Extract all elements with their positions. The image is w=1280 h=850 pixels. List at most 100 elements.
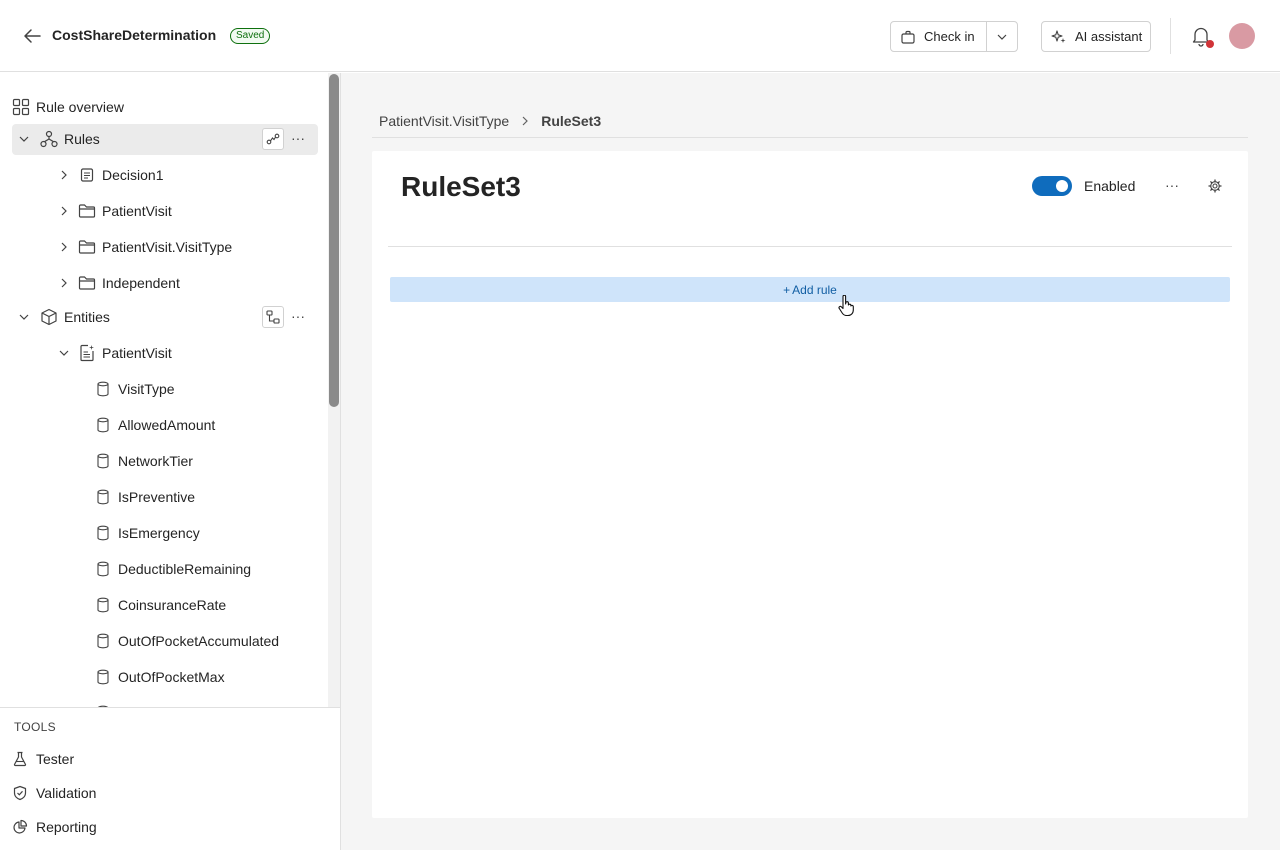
- chevron-down-icon[interactable]: [56, 345, 72, 361]
- tools-section: TOOLS Tester Validation Reporting: [0, 707, 340, 850]
- entity-field-item[interactable]: VisitType: [94, 374, 175, 404]
- sidebar-item-patientvisit-entity[interactable]: PatientVisit: [56, 338, 172, 368]
- tester-label: Tester: [36, 751, 75, 767]
- database-field-icon: [94, 524, 112, 542]
- entities-diagram-button[interactable]: [262, 306, 284, 328]
- chevron-right-icon[interactable]: [56, 239, 72, 255]
- sidebar-item-rules[interactable]: Rules: [16, 124, 100, 154]
- reporting-label: Reporting: [36, 819, 97, 835]
- saved-status-badge: Saved: [230, 28, 271, 44]
- add-rule-button[interactable]: + Add rule: [390, 277, 1230, 302]
- chevron-right-icon[interactable]: [56, 275, 72, 291]
- flow-icon: [266, 132, 280, 146]
- entity-field-item[interactable]: OutOfPocketMax: [94, 662, 225, 692]
- ruleset-card: RuleSet3 Enabled ··· + Add rule: [372, 151, 1248, 818]
- briefcase-icon: [900, 29, 916, 45]
- decision1-label: Decision1: [102, 167, 164, 183]
- sidebar-item-rule-overview[interactable]: Rule overview: [12, 92, 124, 122]
- checkin-label: Check in: [924, 29, 975, 44]
- checkin-split-button: Check in: [890, 21, 1018, 52]
- chevron-down-icon[interactable]: [16, 131, 32, 147]
- ruleset-title: RuleSet3: [401, 171, 521, 202]
- grid-icon: [12, 98, 30, 116]
- database-field-icon: [94, 488, 112, 506]
- enabled-toggle[interactable]: [1032, 176, 1072, 196]
- breadcrumb-divider: [372, 137, 1248, 138]
- hierarchy-icon: [40, 130, 58, 148]
- breadcrumb-current: RuleSet3: [541, 113, 602, 129]
- checkin-button[interactable]: Check in: [891, 22, 987, 51]
- entity-document-icon: [78, 344, 96, 362]
- toggle-knob: [1056, 180, 1068, 192]
- add-rule-label: Add rule: [792, 282, 837, 297]
- sidebar-scrollbar-thumb[interactable]: [329, 74, 339, 407]
- entity-diagram-icon: [266, 310, 280, 324]
- sidebar-item-independent-folder[interactable]: Independent: [56, 268, 180, 298]
- chevron-right-icon: [519, 115, 531, 127]
- database-field-icon: [94, 632, 112, 650]
- folder-icon: [78, 202, 96, 220]
- entity-field-label: OutOfPocketAccumulated: [118, 633, 280, 649]
- notification-dot: [1206, 40, 1214, 48]
- ai-assistant-button[interactable]: AI assistant: [1041, 21, 1151, 52]
- independent-folder-label: Independent: [102, 275, 180, 291]
- entity-field-item[interactable]: NetworkTier: [94, 446, 193, 476]
- entity-field-item[interactable]: OutOfPocketAccumulated: [94, 626, 279, 656]
- tool-tester[interactable]: Tester: [12, 746, 74, 772]
- rules-flow-button[interactable]: [262, 128, 284, 150]
- entity-field-item[interactable]: DeductibleRemaining: [94, 554, 251, 584]
- database-field-icon: [94, 668, 112, 686]
- card-divider: [388, 246, 1232, 247]
- main-content: PatientVisit.VisitType RuleSet3 RuleSet3…: [341, 73, 1280, 850]
- entity-field-item[interactable]: AllowedAmount: [94, 410, 215, 440]
- sidebar: Rule overview Rules ··· Decision1 Patien…: [0, 73, 341, 850]
- rules-label: Rules: [64, 131, 100, 147]
- back-arrow-icon[interactable]: [20, 24, 44, 48]
- entities-more-options-icon[interactable]: ···: [291, 308, 305, 324]
- ruleset-more-options-icon[interactable]: ···: [1165, 177, 1179, 193]
- validation-label: Validation: [36, 785, 97, 801]
- patientvisit-folder-label: PatientVisit: [102, 203, 172, 219]
- breadcrumb-parent[interactable]: PatientVisit.VisitType: [379, 113, 509, 129]
- app-title: CostShareDetermination: [52, 27, 217, 43]
- entity-field-item[interactable]: CoinsuranceRate: [94, 590, 226, 620]
- sidebar-item-patientvisit-folder[interactable]: PatientVisit: [56, 196, 172, 226]
- rules-more-options-icon[interactable]: ···: [291, 130, 305, 146]
- tools-title: TOOLS: [14, 720, 56, 734]
- header-divider: [1170, 18, 1171, 54]
- sidebar-item-entities[interactable]: Entities: [16, 302, 110, 332]
- user-avatar[interactable]: [1229, 23, 1255, 49]
- gear-icon[interactable]: [1208, 179, 1224, 195]
- sidebar-item-decision1[interactable]: Decision1: [56, 160, 163, 190]
- sparkle-icon: [1051, 29, 1067, 45]
- chevron-down-icon[interactable]: [16, 309, 32, 325]
- flask-icon: [12, 751, 28, 767]
- database-field-icon: [94, 416, 112, 434]
- database-field-icon: [94, 380, 112, 398]
- enabled-label: Enabled: [1084, 178, 1136, 194]
- sidebar-item-patientvisit-visittype-folder[interactable]: PatientVisit.VisitType: [56, 232, 232, 262]
- shield-check-icon: [12, 785, 28, 801]
- entity-field-label: NetworkTier: [118, 453, 193, 469]
- plus-icon: +: [783, 282, 791, 297]
- patientvisit-entity-label: PatientVisit: [102, 345, 172, 361]
- entity-field-item[interactable]: IsEmergency: [94, 518, 200, 548]
- entity-field-item[interactable]: IsPreventive: [94, 482, 195, 512]
- chevron-down-icon: [996, 31, 1008, 43]
- checkin-dropdown-button[interactable]: [987, 22, 1017, 51]
- app-header: CostShareDetermination Saved Check in AI…: [0, 0, 1280, 72]
- tool-validation[interactable]: Validation: [12, 780, 96, 806]
- entity-field-item-partial[interactable]: [94, 698, 112, 707]
- entity-field-label: IsEmergency: [118, 525, 200, 541]
- entity-field-label: IsPreventive: [118, 489, 196, 505]
- entity-field-label: VisitType: [118, 381, 175, 397]
- entity-field-label: DeductibleRemaining: [118, 561, 252, 577]
- entity-field-label: CoinsuranceRate: [118, 597, 227, 613]
- patientvisit-visittype-folder-label: PatientVisit.VisitType: [102, 239, 233, 255]
- database-field-icon: [94, 560, 112, 578]
- breadcrumb: PatientVisit.VisitType RuleSet3: [379, 113, 601, 129]
- chevron-right-icon[interactable]: [56, 203, 72, 219]
- entities-label: Entities: [64, 309, 110, 325]
- chevron-right-icon[interactable]: [56, 167, 72, 183]
- tool-reporting[interactable]: Reporting: [12, 814, 97, 840]
